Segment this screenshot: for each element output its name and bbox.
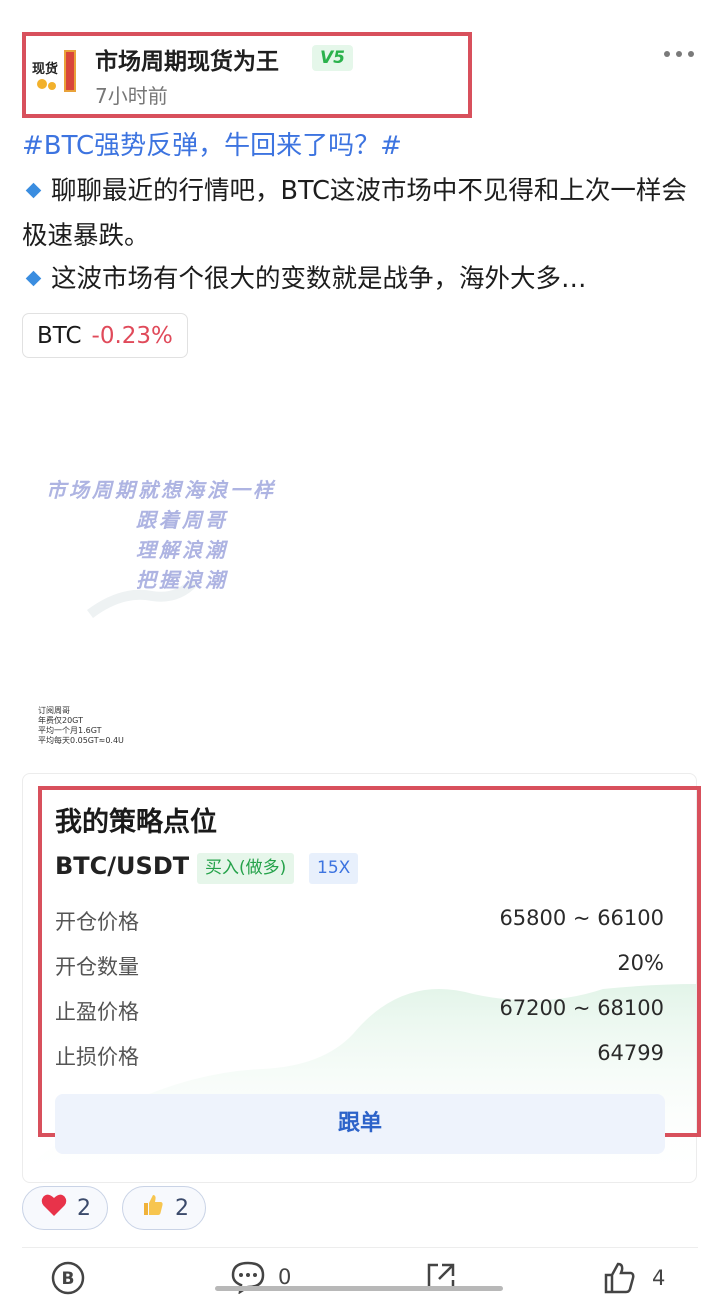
ticker-chip[interactable]: BTC -0.23% bbox=[22, 313, 188, 358]
ticker-symbol: BTC bbox=[37, 322, 82, 349]
tip-button[interactable]: B bbox=[50, 1260, 86, 1296]
trading-pair: BTC/USDT bbox=[55, 852, 190, 880]
watermark-line-3: 理解浪潮 bbox=[136, 538, 228, 562]
watermark-line-1: 市场周期就想海浪一样 bbox=[46, 478, 276, 502]
heart-count: 2 bbox=[77, 1195, 91, 1221]
hashtag-link[interactable]: #BTC强势反弹，牛回来了吗？# bbox=[22, 125, 402, 162]
like-count: 4 bbox=[652, 1266, 666, 1290]
svg-text:B: B bbox=[62, 1269, 75, 1289]
entry-price-value: 65800 ~ 66100 bbox=[499, 906, 664, 930]
subscribe-note-1: 订阅周哥 bbox=[38, 706, 70, 715]
thumbs-up-count: 2 bbox=[175, 1195, 189, 1221]
avatar[interactable]: 现货 bbox=[28, 46, 80, 98]
like-icon bbox=[604, 1262, 635, 1294]
home-indicator[interactable] bbox=[215, 1286, 503, 1291]
stop-loss-label: 止损价格 bbox=[55, 1045, 139, 1069]
watermark-line-2: 跟着周哥 bbox=[136, 508, 228, 532]
strategy-title: 我的策略点位 bbox=[55, 807, 217, 838]
subscribe-note-4: 平均每天0.05GT≈0.4U bbox=[38, 736, 124, 745]
post-time: 7小时前 bbox=[95, 84, 168, 108]
entry-price-label: 开仓价格 bbox=[55, 910, 139, 934]
bullet-diamond-icon bbox=[25, 270, 42, 287]
ticker-change: -0.23% bbox=[91, 322, 173, 349]
subscribe-note-3: 平均一个月1.6GT bbox=[38, 726, 102, 735]
heart-reaction[interactable]: 2 bbox=[22, 1186, 108, 1230]
paragraph-2-text: 这波市场有个很大的变数就是战争，海外大多… bbox=[51, 264, 587, 294]
thumbs-up-reaction[interactable]: 2 bbox=[122, 1186, 206, 1230]
subscribe-note-2: 年费仅20GT bbox=[38, 716, 83, 725]
post-paragraph-2[interactable]: 这波市场有个很大的变数就是战争，海外大多… bbox=[22, 257, 698, 302]
thumbs-up-icon bbox=[141, 1193, 165, 1223]
stop-loss-value: 64799 bbox=[597, 1041, 664, 1065]
avatar-text: 现货 bbox=[32, 62, 59, 77]
more-options-icon[interactable] bbox=[664, 47, 694, 61]
level-badge: V5 bbox=[312, 45, 353, 71]
coin-icon: B bbox=[51, 1261, 85, 1295]
position-size-label: 开仓数量 bbox=[55, 955, 139, 979]
paragraph-1-text: 聊聊最近的行情吧，BTC这波市场中不见得和上次一样会极速暴跌。 bbox=[22, 176, 687, 251]
take-profit-value: 67200 ~ 68100 bbox=[499, 996, 664, 1020]
post-image[interactable] bbox=[22, 370, 698, 760]
leverage-badge: 15X bbox=[309, 853, 359, 884]
divider bbox=[22, 1247, 698, 1248]
heart-icon bbox=[41, 1193, 67, 1223]
like-button[interactable]: 4 bbox=[602, 1260, 665, 1296]
author-name[interactable]: 市场周期现货为王 bbox=[95, 42, 279, 76]
side-badge: 买入(做多) bbox=[197, 853, 295, 884]
follow-order-button[interactable]: 跟单 bbox=[55, 1094, 665, 1154]
bullet-diamond-icon bbox=[25, 182, 42, 199]
position-size-value: 20% bbox=[617, 951, 664, 975]
watermark-line-4: 把握浪潮 bbox=[136, 568, 228, 592]
post-paragraph-1: 聊聊最近的行情吧，BTC这波市场中不见得和上次一样会极速暴跌。 bbox=[22, 169, 698, 259]
take-profit-label: 止盈价格 bbox=[55, 1000, 139, 1024]
